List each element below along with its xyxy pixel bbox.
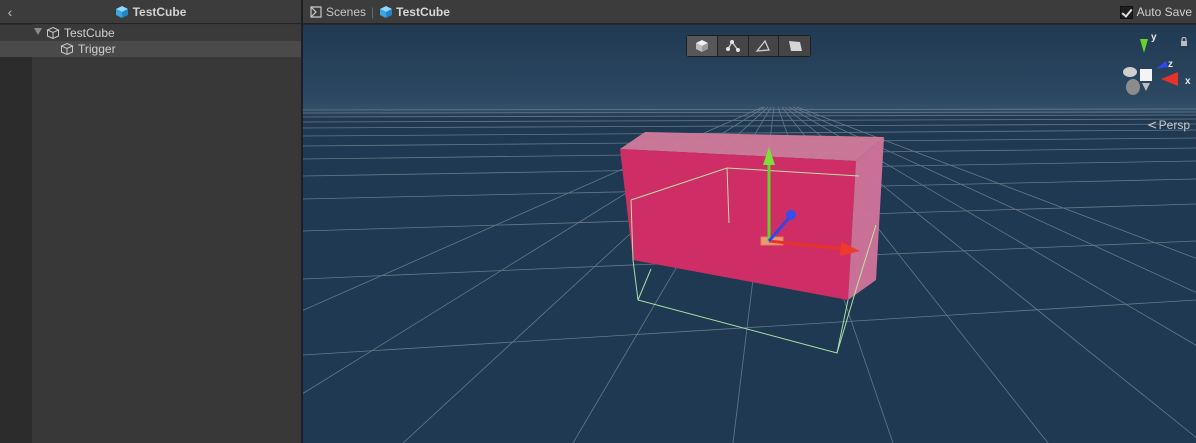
edge-mode-icon (755, 39, 771, 52)
scene-tool-strip (686, 35, 811, 57)
hierarchy-header: ‹ TestCube (0, 0, 301, 24)
lock-icon[interactable] (1180, 37, 1188, 47)
prefab-cube-icon (380, 6, 393, 18)
shaded-mode-button[interactable] (687, 36, 718, 56)
gizmo-y-cone[interactable] (1140, 39, 1148, 53)
face-mode-icon (788, 41, 802, 51)
prefab-title: TestCube (0, 0, 301, 24)
shaded-mode-icon (695, 40, 708, 52)
gizmo-center-cube[interactable] (1140, 69, 1152, 81)
gizmo-neg-z-cone[interactable] (1126, 79, 1140, 95)
breadcrumb-testcube[interactable]: TestCube (379, 5, 450, 19)
z-axis-arrow-icon[interactable] (786, 210, 796, 220)
prefab-cube-icon (115, 6, 128, 18)
edge-mode-button[interactable] (748, 36, 780, 56)
auto-save-checkbox[interactable] (1119, 5, 1133, 19)
breadcrumb-label: Scenes (326, 5, 367, 19)
breadcrumb-label: TestCube (396, 5, 450, 19)
hierarchy-item-trigger[interactable]: Trigger (0, 41, 301, 57)
perspective-icon (1147, 121, 1156, 129)
hierarchy-item-testcube[interactable]: TestCube (0, 25, 301, 41)
pivot-edit-button[interactable] (717, 36, 749, 56)
hierarchy-gutter (0, 24, 32, 443)
projection-label: Persp (1158, 118, 1190, 132)
hierarchy-item-label: TestCube (64, 26, 115, 40)
scene-canvas[interactable] (303, 25, 1196, 443)
gizmo-z-cone[interactable] (1156, 61, 1168, 69)
gizmo-y-label: y (1151, 32, 1157, 43)
projection-toggle[interactable]: Persp (1147, 118, 1190, 132)
pivot-edit-icon (725, 40, 740, 52)
scene-viewport[interactable]: y x z Persp (303, 25, 1196, 443)
gizmo-z-label: z (1168, 59, 1173, 70)
hierarchy-item-label: Trigger (78, 42, 116, 56)
auto-save-toggle[interactable]: Auto Save (1119, 0, 1192, 24)
gizmo-x-cone[interactable] (1161, 72, 1178, 86)
prefab-title-label: TestCube (132, 5, 187, 19)
gameobject-icon (60, 42, 74, 56)
gizmo-neg-x-cone[interactable] (1123, 67, 1137, 77)
scene-header: Scenes | TestCube Auto Save (303, 0, 1196, 24)
face-mode-button[interactable] (779, 36, 810, 56)
gizmo-neg-y-cone[interactable] (1142, 83, 1150, 91)
hierarchy-panel: ‹ TestCube TestCube Trigger (0, 0, 301, 443)
breadcrumb-scenes[interactable]: Scenes (309, 5, 366, 19)
auto-save-label: Auto Save (1136, 5, 1192, 19)
breadcrumb: Scenes | TestCube (309, 0, 450, 24)
scenes-icon (310, 6, 322, 18)
gameobject-icon (46, 26, 60, 40)
breadcrumb-separator: | (371, 5, 375, 19)
gizmo-x-label: x (1185, 76, 1191, 87)
expand-triangle-icon[interactable] (34, 28, 42, 35)
